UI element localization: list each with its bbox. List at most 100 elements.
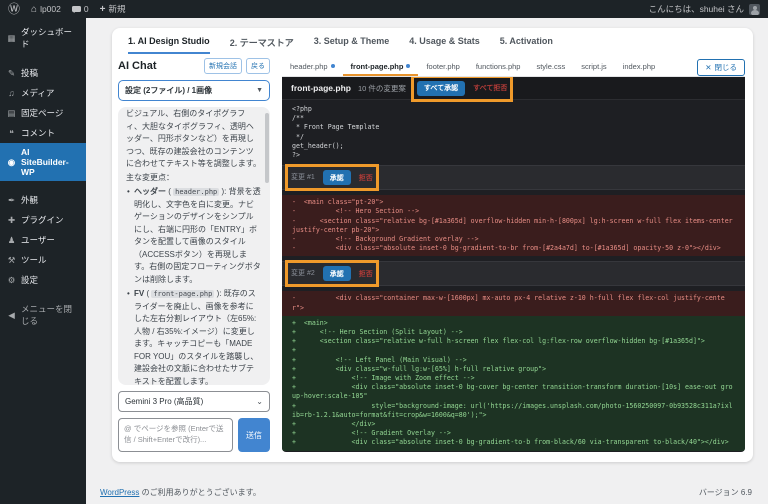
- back-button[interactable]: 戻る: [246, 58, 270, 74]
- file-tab-label: index.php: [623, 62, 656, 71]
- thanks-suffix: のご利用ありがとうございます。: [139, 488, 260, 497]
- sidebar-item-pages[interactable]: ▤固定ページ: [0, 103, 86, 123]
- appearance-icon: ✒: [7, 195, 16, 206]
- file-tabs: header.php front-page.php footer.php functi…: [282, 58, 663, 76]
- reject-button[interactable]: 拒否: [359, 173, 373, 183]
- sidebar-item-media[interactable]: ♫ メディア: [0, 83, 86, 103]
- sidebar-item-users[interactable]: ♟ユーザー: [0, 230, 86, 250]
- tab-setup-theme[interactable]: 3. Setup & Theme: [314, 36, 390, 54]
- users-icon: ♟: [7, 235, 16, 246]
- file-tab-front-page-php[interactable]: front-page.php: [343, 58, 419, 76]
- approve-all-button[interactable]: すべて承認: [417, 81, 465, 96]
- file-tab-label: functions.php: [476, 62, 521, 71]
- inline-code: front-page.php: [151, 290, 214, 298]
- comment-count: 0: [84, 4, 89, 14]
- code-area[interactable]: <?php/** * Front Page Template */get_hea…: [282, 100, 745, 452]
- text-segment: ): 既存のスライダーを廃止し、画像を参考にした左右分割レイアウト（左65%:人…: [134, 289, 258, 385]
- code-editor: header.php front-page.php footer.php functi…: [282, 58, 745, 452]
- file-tab-index-php[interactable]: index.php: [615, 58, 664, 76]
- message-paragraph: 主な変更点：: [126, 172, 261, 185]
- assistant-message: ビジュアル、右側のタイポグラフィ、大胆なタイポグラフィ、透明ヘッダー、円形ボタン…: [118, 107, 270, 385]
- message-bullet: FV ( front-page.php ): 既存のスライダーを廃止し、画像を参…: [126, 288, 261, 385]
- assistant-message-body: ビジュアル、右側のタイポグラフィ、大胆なタイポグラフィ、透明ヘッダー、円形ボタン…: [126, 108, 261, 385]
- code-line: /**: [292, 114, 735, 123]
- plus-icon: +: [100, 4, 106, 15]
- sidebar-item-tools[interactable]: ⚒ツール: [0, 250, 86, 270]
- tools-icon: ⚒: [7, 255, 16, 266]
- toolbar-filename: front-page.php: [291, 83, 351, 93]
- code-del-block: - <div class="container max-w-[1600px] m…: [282, 291, 745, 315]
- approve-button[interactable]: 承認: [323, 266, 351, 281]
- tab-ai-design-studio[interactable]: 1. AI Design Studio: [128, 36, 210, 54]
- chat-scrollbar[interactable]: [265, 113, 269, 183]
- sidebar-item-dashboard[interactable]: ▦ダッシュボード: [0, 22, 86, 54]
- code-line: + <!-- Left Panel (Main Visual) -->: [292, 356, 735, 365]
- send-button[interactable]: 送信: [238, 418, 270, 452]
- code-line: * Front Page Template: [292, 123, 735, 132]
- file-tab-style-css[interactable]: style.css: [528, 58, 573, 76]
- ai-chat-panel: AI Chat 新規会話 戻る 設定 (2ファイル) / 1画像 ▼ ビジュアル…: [118, 58, 270, 452]
- code-line: + <!-- Hero Section (Split Layout) -->: [292, 328, 735, 337]
- diff-controls: 変更 #1承認拒否: [291, 170, 373, 185]
- active-item-arrow-icon: [82, 157, 93, 167]
- code-line: + <!-- Gradient Overlay -->: [292, 429, 735, 438]
- thanks-text: WordPress のご利用ありがとうございます。: [100, 487, 261, 498]
- modified-dot-icon: [406, 64, 410, 68]
- file-tab-label: front-page.php: [351, 62, 404, 71]
- tab-theme-store[interactable]: 2. テーマストア: [230, 36, 294, 54]
- chevron-down-icon: ▼: [256, 87, 263, 94]
- avatar[interactable]: [749, 4, 760, 15]
- file-tab-header-php[interactable]: header.php: [282, 58, 343, 76]
- media-icon: ♫: [7, 88, 16, 98]
- approve-button[interactable]: 承認: [323, 170, 351, 185]
- code-line: - <!-- Hero Section -->: [292, 207, 735, 216]
- file-tab-functions-php[interactable]: functions.php: [468, 58, 529, 76]
- sidebar-item-plugins[interactable]: ✚プラグイン: [0, 210, 86, 230]
- code-line: get_header();: [292, 142, 735, 151]
- context-select[interactable]: 設定 (2ファイル) / 1画像 ▼: [118, 80, 270, 101]
- diff-header-2: 変更 #2承認拒否: [282, 261, 745, 286]
- pages-icon: ▤: [7, 108, 16, 119]
- admin-bar: Ⓦ ⌂ lp002 0 + 新規 こんにちは、shuhei さん: [0, 0, 768, 18]
- main-tabs: 1. AI Design Studio 2. テーマストア 3. Setup & T…: [112, 28, 753, 54]
- close-label: 閉じる: [715, 62, 738, 73]
- file-tab-script-js[interactable]: script.js: [573, 58, 614, 76]
- wordpress-logo-icon[interactable]: Ⓦ: [8, 3, 20, 15]
- wordpress-link[interactable]: WordPress: [100, 488, 139, 497]
- tab-usage-stats[interactable]: 4. Usage & Stats: [409, 36, 480, 54]
- reject-all-button[interactable]: すべて拒否: [473, 83, 507, 93]
- new-content-menu[interactable]: + 新規: [100, 3, 126, 15]
- sidebar-item-posts[interactable]: ✎投稿: [0, 63, 86, 83]
- sidebar-menu: ▦ダッシュボード ✎投稿 ♫ メディア ▤固定ページ❝コメント◉AI SiteBuild…: [0, 22, 86, 331]
- model-select-value: Gemini 3 Pro (高品質): [125, 396, 203, 407]
- reject-button[interactable]: 拒否: [359, 269, 373, 279]
- bulk-actions-highlight: すべて承認 すべて拒否: [417, 81, 507, 96]
- sidebar-item-appearance[interactable]: ✒ 外観: [0, 190, 86, 210]
- settings-icon: ⚙: [7, 275, 16, 286]
- sidebar-item-collapse-menu[interactable]: ◀メニューを閉じる: [0, 299, 86, 331]
- code-line: - <div class="container max-w-[1600px] m…: [292, 294, 735, 312]
- sidebar-item-settings[interactable]: ⚙設定: [0, 270, 86, 290]
- file-tab-label: style.css: [536, 62, 565, 71]
- code-line: <?php: [292, 105, 735, 114]
- chat-input[interactable]: @ でページを参照 (Enterで送信 / Shift+Enterで改行)...: [118, 418, 233, 452]
- sidebar-item-comments[interactable]: ❝コメント: [0, 123, 86, 143]
- sidebar-item-ai-sitebuilder[interactable]: ◉AI SiteBuilder-WP: [0, 143, 86, 181]
- text-segment: ): 背景を透明化し、文字色を白に変更。ナビゲーションのデザインをシンプルにし、…: [134, 187, 261, 284]
- comments-admin-bar[interactable]: 0: [72, 4, 89, 14]
- new-conversation-button[interactable]: 新規会話: [204, 58, 242, 74]
- user-greeting[interactable]: こんにちは、shuhei さん: [649, 3, 744, 15]
- tab-activation[interactable]: 5. Activation: [500, 36, 553, 54]
- close-icon: ✕: [705, 63, 711, 72]
- dashboard-icon: ▦: [7, 33, 16, 44]
- code-line: + <!-- Image with Zoom effect -->: [292, 374, 735, 383]
- file-tab-label: footer.php: [426, 62, 459, 71]
- sidebar-item-label: メディア: [21, 87, 54, 99]
- file-tab-footer-php[interactable]: footer.php: [418, 58, 467, 76]
- close-editor-button[interactable]: ✕ 閉じる: [697, 59, 745, 76]
- text-segment: ヘッダー: [134, 187, 166, 196]
- sidebar-item-label: 外観: [21, 194, 38, 206]
- site-menu[interactable]: ⌂ lp002: [31, 4, 61, 15]
- code-add-block: + <main>+ <!-- Hero Section (Split Layou…: [282, 316, 745, 451]
- model-select[interactable]: Gemini 3 Pro (高品質) ⌄: [118, 391, 270, 412]
